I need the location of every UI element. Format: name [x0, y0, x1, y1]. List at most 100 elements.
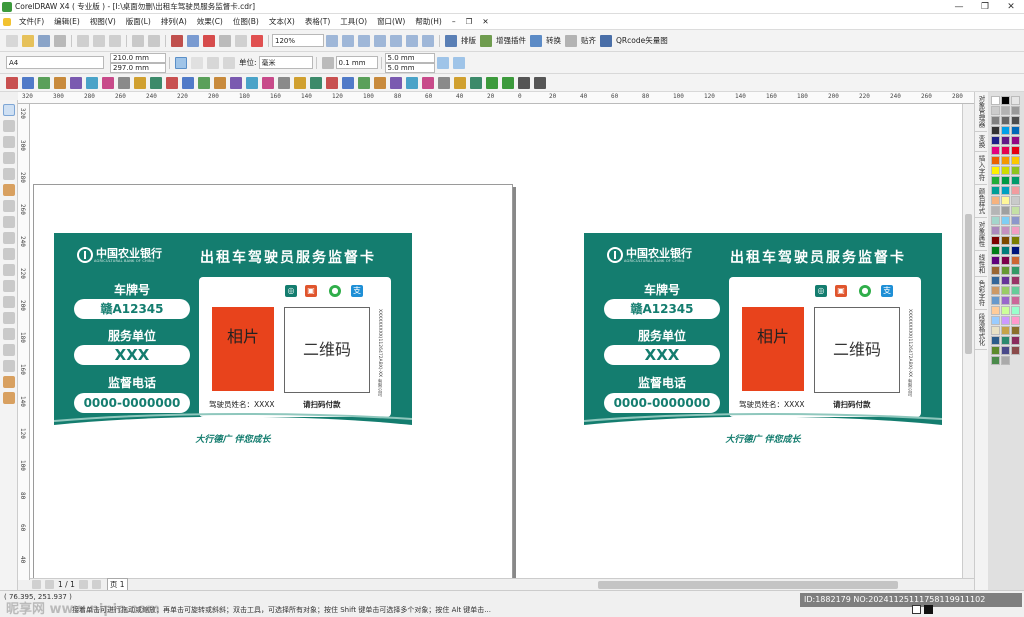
- snap-align-label[interactable]: 贴齐: [579, 35, 598, 46]
- paste-icon[interactable]: [109, 34, 121, 47]
- enhance-plugin-icon[interactable]: [480, 34, 492, 47]
- palette-swatch[interactable]: [1011, 206, 1020, 215]
- all-pages-icon[interactable]: [207, 56, 219, 69]
- palette-swatch[interactable]: [1001, 156, 1010, 165]
- fill-tool-icon[interactable]: [3, 376, 15, 388]
- plugin-icon[interactable]: [22, 76, 34, 89]
- menu-arrange[interactable]: 排列(A): [156, 16, 192, 27]
- palette-swatch[interactable]: [1001, 196, 1010, 205]
- palette-swatch[interactable]: [1011, 246, 1020, 255]
- close-button[interactable]: ✕: [998, 2, 1024, 12]
- vertical-ruler[interactable]: 320 300 280 260 240 220 200 180 160 140 120 100 80 60…: [18, 104, 30, 580]
- plugin-icon[interactable]: [230, 76, 242, 89]
- undo-icon[interactable]: [132, 34, 144, 47]
- text-tool-icon[interactable]: [3, 264, 15, 276]
- palette-swatch[interactable]: [1001, 206, 1010, 215]
- vertical-scrollbar[interactable]: [962, 104, 974, 578]
- dimension-tool-icon[interactable]: [3, 296, 15, 308]
- docker-tab[interactable]: 颜色样式: [975, 185, 987, 218]
- connector-tool-icon[interactable]: [3, 312, 15, 324]
- menu-text[interactable]: 文本(X): [264, 16, 300, 27]
- copy-icon[interactable]: [93, 34, 105, 47]
- zoom-tool-icon[interactable]: [3, 152, 15, 164]
- qrcode-label[interactable]: QRcode矢量图: [614, 35, 670, 46]
- page-width-field[interactable]: 210.0 mm: [110, 52, 166, 63]
- palette-swatch[interactable]: [991, 96, 1000, 105]
- table-tool-icon[interactable]: [3, 280, 15, 292]
- palette-swatch[interactable]: [1011, 266, 1020, 275]
- print-icon[interactable]: [54, 34, 66, 47]
- palette-swatch[interactable]: [1011, 166, 1020, 175]
- plugin-icon[interactable]: [326, 76, 338, 89]
- plugin-icon[interactable]: [406, 76, 418, 89]
- outline-swatch[interactable]: [924, 605, 933, 614]
- palette-swatch[interactable]: [1001, 226, 1010, 235]
- palette-swatch[interactable]: [1001, 336, 1010, 345]
- palette-swatch[interactable]: [1011, 346, 1020, 355]
- service-card[interactable]: 中国农业银行 AGRICULTURAL BANK OF CHINA 出租车驾驶员…: [584, 233, 942, 449]
- palette-swatch[interactable]: [991, 196, 1000, 205]
- save-icon[interactable]: [38, 34, 50, 47]
- plugin-icon[interactable]: [518, 76, 530, 89]
- minimize-button[interactable]: —: [946, 2, 972, 12]
- plugin-icon[interactable]: [150, 76, 162, 89]
- menu-effects[interactable]: 效果(C): [192, 16, 228, 27]
- vertical-scroll-thumb[interactable]: [965, 214, 972, 354]
- palette-swatch[interactable]: [991, 236, 1000, 245]
- draw-with-snap-icon[interactable]: [452, 56, 465, 69]
- palette-swatch[interactable]: [991, 336, 1000, 345]
- palette-swatch[interactable]: [1011, 256, 1020, 265]
- plugin-icon[interactable]: [246, 76, 258, 89]
- zoom-height-icon[interactable]: [406, 34, 418, 47]
- last-page-icon[interactable]: [91, 580, 101, 589]
- palette-swatch[interactable]: [991, 166, 1000, 175]
- zoom-page-icon[interactable]: [374, 34, 386, 47]
- eyedropper-tool-icon[interactable]: [3, 344, 15, 356]
- palette-swatch[interactable]: [1001, 236, 1010, 245]
- palette-swatch[interactable]: [991, 276, 1000, 285]
- palette-swatch[interactable]: [991, 156, 1000, 165]
- service-card[interactable]: 中国农业银行 AGRICULTURAL BANK OF CHINA 出租车驾驶员…: [54, 233, 412, 449]
- qrcode-icon[interactable]: [600, 34, 612, 47]
- menu-table[interactable]: 表格(T): [300, 16, 335, 27]
- palette-swatch[interactable]: [991, 216, 1000, 225]
- snap-icon[interactable]: [235, 34, 247, 47]
- palette-swatch[interactable]: [1011, 136, 1020, 145]
- doc-minimize-button[interactable]: –: [447, 17, 461, 26]
- menu-file[interactable]: 文件(F): [14, 16, 49, 27]
- snap-align-icon[interactable]: [565, 34, 577, 47]
- plugin-icon[interactable]: [470, 76, 482, 89]
- crop-tool-icon[interactable]: [3, 136, 15, 148]
- palette-swatch[interactable]: [1001, 276, 1010, 285]
- plugin-icon[interactable]: [198, 76, 210, 89]
- plugin-icon[interactable]: [134, 76, 146, 89]
- zoom-level-select[interactable]: 120%: [272, 34, 324, 47]
- menu-help[interactable]: 帮助(H): [410, 16, 447, 27]
- zoom-out-icon[interactable]: [342, 34, 354, 47]
- ellipse-tool-icon[interactable]: [3, 216, 15, 228]
- palette-swatch[interactable]: [1001, 106, 1010, 115]
- portrait-icon[interactable]: [175, 56, 187, 69]
- palette-swatch[interactable]: [1001, 116, 1010, 125]
- palette-swatch[interactable]: [1011, 186, 1020, 195]
- plugin-icon[interactable]: [54, 76, 66, 89]
- docker-tab[interactable]: 插入字符: [975, 152, 987, 185]
- palette-swatch[interactable]: [991, 256, 1000, 265]
- palette-swatch[interactable]: [991, 316, 1000, 325]
- restore-button[interactable]: ❐: [972, 2, 998, 12]
- palette-swatch[interactable]: [1011, 196, 1020, 205]
- docker-tab[interactable]: 变换: [975, 132, 987, 152]
- plugin-icon[interactable]: [278, 76, 290, 89]
- palette-swatch[interactable]: [991, 306, 1000, 315]
- plugin-icon[interactable]: [86, 76, 98, 89]
- palette-swatch[interactable]: [1011, 226, 1020, 235]
- palette-swatch[interactable]: [1011, 306, 1020, 315]
- palette-swatch[interactable]: [1011, 96, 1020, 105]
- zoom-fit-icon[interactable]: [358, 34, 370, 47]
- open-icon[interactable]: [22, 34, 34, 47]
- palette-swatch[interactable]: [1011, 296, 1020, 305]
- palette-swatch[interactable]: [1001, 126, 1010, 135]
- new-icon[interactable]: [6, 34, 18, 47]
- fill-swatch[interactable]: [912, 605, 921, 614]
- layout-plugin-label[interactable]: 排版: [459, 35, 478, 46]
